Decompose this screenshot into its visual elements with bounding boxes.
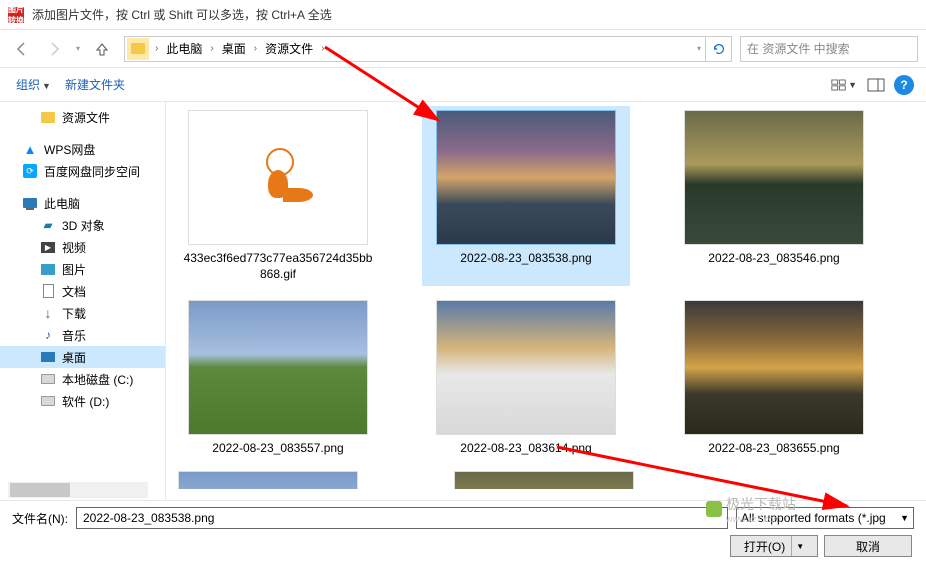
sidebar-item-label: 音乐 [62,327,86,344]
dl-icon: ↓ [40,305,56,321]
doc-icon [40,283,56,299]
sidebar-item[interactable]: 资源文件 [0,106,165,128]
drive-icon [40,393,56,409]
filename-label: 文件名(N): [12,510,68,527]
toolbar: 组织▼ 新建文件夹 ▼ ? [0,68,926,102]
sidebar-item[interactable]: 本地磁盘 (C:) [0,368,165,390]
sidebar-item-label: 文档 [62,283,86,300]
file-thumbnail [188,110,368,245]
drive-icon [40,371,56,387]
file-list[interactable]: 433ec3f6ed773c77ea356724d35bb868.gif 2022… [166,102,926,500]
breadcrumb-root[interactable]: 此电脑 [162,40,206,57]
sidebar-item[interactable]: ♪ 音乐 [0,324,165,346]
sidebar-item-label: WPS网盘 [44,141,95,158]
folder-icon [127,38,149,60]
pc-icon [22,195,38,211]
file-thumbnail [436,300,616,435]
pic-icon [40,261,56,277]
sidebar-item-label: 图片 [62,261,86,278]
sidebar-item[interactable]: ⟳ 百度网盘同步空间 [0,160,165,182]
window-title: 添加图片文件，按 Ctrl 或 Shift 可以多选，按 Ctrl+A 全选 [32,6,332,23]
nav-up-button[interactable] [88,37,116,61]
new-folder-button[interactable]: 新建文件夹 [61,74,129,95]
help-button[interactable]: ? [894,75,914,95]
sidebar-item-label: 百度网盘同步空间 [44,163,140,180]
main-area: 资源文件 ▲ WPS网盘 ⟳ 百度网盘同步空间此电脑 ▰ 3D 对象 ▶ 视频图片文档 ↓ 下载 ♪ 音… [0,102,926,500]
sidebar-item[interactable]: ▶ 视频 [0,236,165,258]
sidebar-item[interactable]: ▲ WPS网盘 [0,138,165,160]
breadcrumb-p2[interactable]: 资源文件 [261,40,317,57]
preview-pane-button[interactable] [862,74,890,96]
chevron-down-icon: ▼ [900,513,909,523]
chevron-right-icon: › [151,43,162,54]
navbar: ▾ › 此电脑 › 桌面 › 资源文件 › ▾ 在 资源文件 中搜索 [0,30,926,68]
sidebar-item-label: 桌面 [62,349,86,366]
file-name: 2022-08-23_083557.png [212,441,343,457]
refresh-button[interactable] [705,36,731,62]
file-item[interactable]: 2022-08-23_083614.png [426,300,626,457]
music-icon: ♪ [40,327,56,343]
app-icon: 图片转换 [8,7,24,23]
cancel-button[interactable]: 取消 [824,535,912,557]
sidebar-item[interactable]: 图片 [0,258,165,280]
view-mode-button[interactable]: ▼ [830,74,858,96]
file-name: 2022-08-23_083614.png [460,441,591,457]
chevron-right-icon: › [206,43,217,54]
breadcrumb-p1[interactable]: 桌面 [218,40,250,57]
wps-icon: ▲ [22,141,38,157]
organize-button[interactable]: 组织▼ [12,74,55,95]
file-thumbnail [684,300,864,435]
sidebar-item-label: 本地磁盘 (C:) [62,371,133,388]
3d-icon: ▰ [40,217,56,233]
sidebar[interactable]: 资源文件 ▲ WPS网盘 ⟳ 百度网盘同步空间此电脑 ▰ 3D 对象 ▶ 视频图片文档 ↓ 下载 ♪ 音… [0,102,166,500]
file-item[interactable]: 433ec3f6ed773c77ea356724d35bb868.gif [178,110,378,282]
chevron-right-icon: › [317,43,328,54]
breadcrumb[interactable]: › 此电脑 › 桌面 › 资源文件 › ▾ [124,36,732,62]
file-thumbnail [436,110,616,245]
search-input[interactable]: 在 资源文件 中搜索 [740,36,918,62]
nav-back-button[interactable] [8,37,36,61]
file-name: 2022-08-23_083655.png [708,441,839,457]
sidebar-item[interactable]: ▰ 3D 对象 [0,214,165,236]
baidu-icon: ⟳ [22,163,38,179]
sidebar-item[interactable]: 此电脑 [0,192,165,214]
file-item[interactable]: 2022-08-23_083538.png [422,106,630,286]
breadcrumb-dropdown[interactable]: ▾ [693,38,705,60]
sidebar-item[interactable]: ↓ 下载 [0,302,165,324]
bottom-bar: 文件名(N): All supported formats (*.jpg ▼ 打… [0,500,926,562]
nav-history-dropdown[interactable]: ▾ [72,38,84,60]
chevron-right-icon: › [250,43,261,54]
search-placeholder: 在 资源文件 中搜索 [747,40,850,57]
file-name: 433ec3f6ed773c77ea356724d35bb868.gif [183,251,373,282]
desktop-icon [40,349,56,365]
open-button[interactable]: 打开(O)▼ [730,535,818,557]
sidebar-item-label: 下载 [62,305,86,322]
scrollbar[interactable] [8,482,148,498]
sidebar-item[interactable]: 软件 (D:) [0,390,165,412]
sidebar-item[interactable]: 桌面 [0,346,165,368]
file-thumbnail [684,110,864,245]
file-name: 2022-08-23_083546.png [708,251,839,267]
video-icon: ▶ [40,239,56,255]
sidebar-item[interactable]: 文档 [0,280,165,302]
file-item[interactable]: 2022-08-23_083546.png [674,110,874,282]
filename-input[interactable] [76,507,728,529]
titlebar: 图片转换 添加图片文件，按 Ctrl 或 Shift 可以多选，按 Ctrl+A… [0,0,926,30]
partial-row [178,471,914,489]
file-item[interactable]: 2022-08-23_083655.png [674,300,874,457]
file-name: 2022-08-23_083538.png [460,251,591,267]
sidebar-item-label: 资源文件 [62,109,110,126]
file-type-select[interactable]: All supported formats (*.jpg ▼ [736,507,914,529]
file-thumbnail [188,300,368,435]
sidebar-item-label: 软件 (D:) [62,393,109,410]
nav-forward-button[interactable] [40,37,68,61]
file-item[interactable]: 2022-08-23_083557.png [178,300,378,457]
sidebar-item-label: 3D 对象 [62,217,105,234]
chevron-down-icon[interactable]: ▼ [791,536,804,556]
sidebar-item-label: 视频 [62,239,86,256]
folder-icon [40,109,56,125]
sidebar-item-label: 此电脑 [44,195,80,212]
